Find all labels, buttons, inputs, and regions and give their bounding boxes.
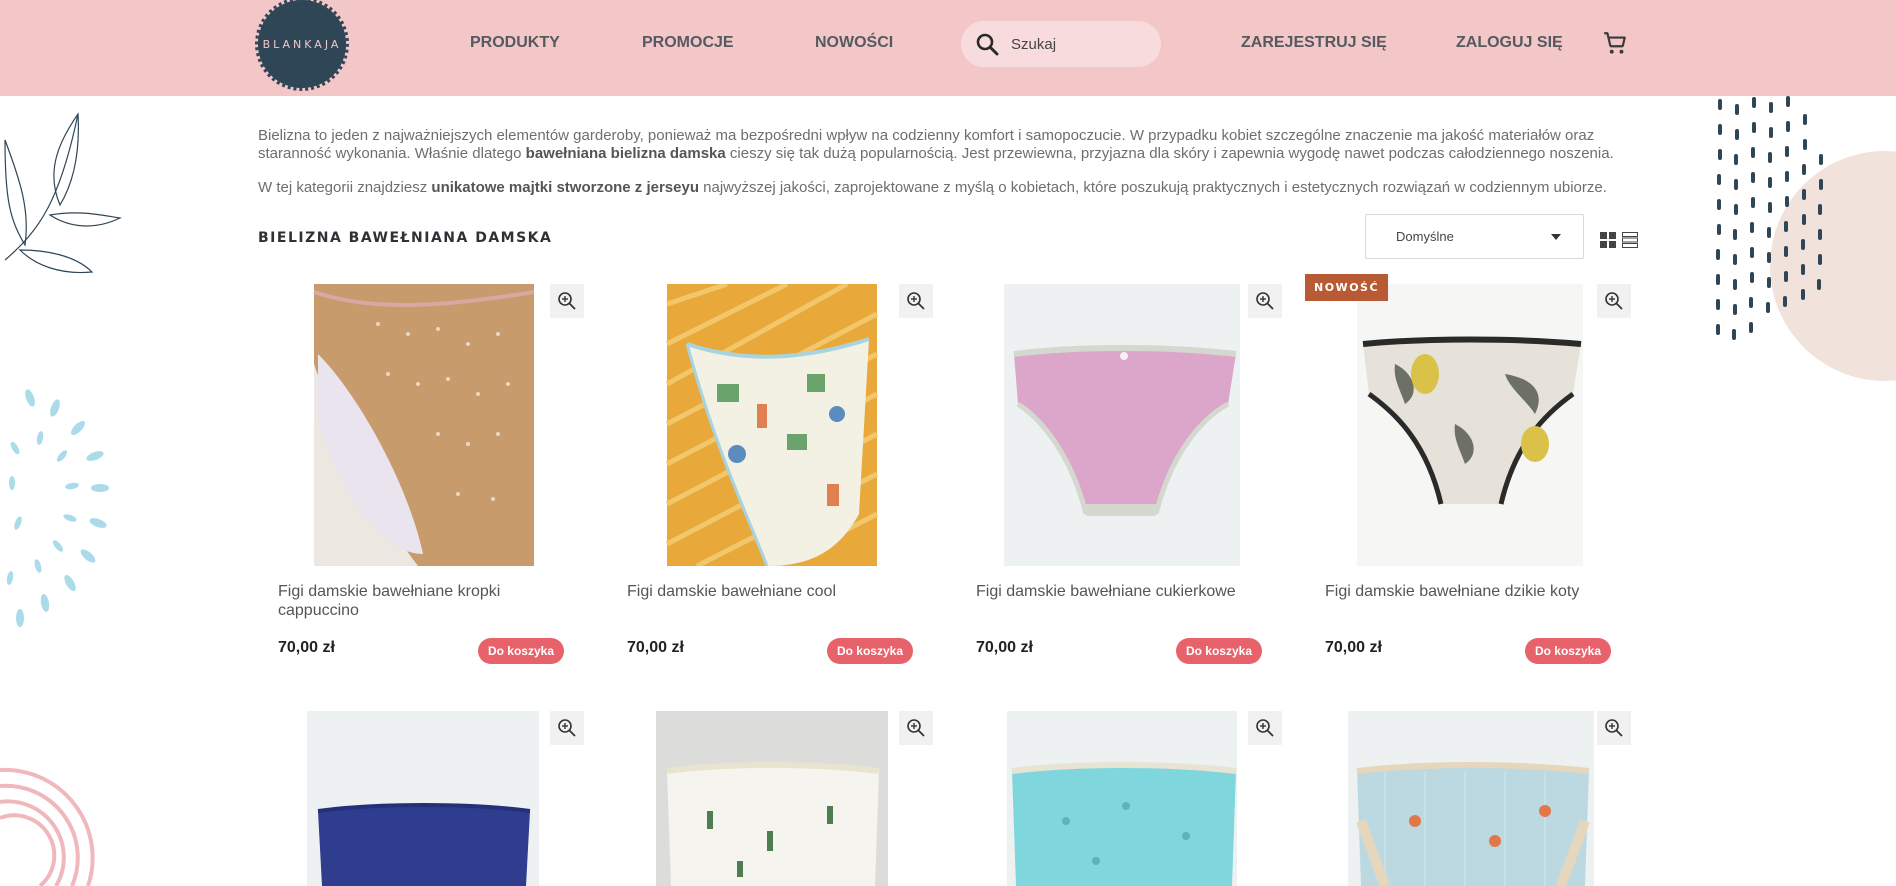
nav-login[interactable]: ZALOGUJ SIĘ <box>1456 34 1563 52</box>
product-card[interactable] <box>1305 711 1635 886</box>
sort-select[interactable]: Domyślne <box>1365 214 1584 259</box>
dots-pattern-decoration <box>1716 96 1896 381</box>
search-input[interactable] <box>1011 35 1151 53</box>
leaf-branch-decoration <box>4 112 123 274</box>
zoom-icon[interactable] <box>1597 284 1631 318</box>
product-image[interactable] <box>607 711 937 886</box>
arcs-decoration <box>0 767 95 886</box>
nav-news[interactable]: NOWOŚCI <box>815 34 893 52</box>
product-name[interactable]: Figi damskie bawełniane kropki cappuccin… <box>278 582 538 620</box>
product-image[interactable] <box>607 284 937 566</box>
product-card[interactable]: Figi damskie bawełniane cool 70,00 zł Do… <box>607 284 937 674</box>
description-paragraph-1: Bielizna to jeden z najważniejszych elem… <box>258 127 1638 163</box>
zoom-icon[interactable] <box>550 284 584 318</box>
product-image[interactable] <box>956 284 1286 566</box>
category-title: BIELIZNA BAWEŁNIANA DAMSKA <box>258 230 553 246</box>
product-image[interactable] <box>258 711 588 886</box>
product-price: 70,00 zł <box>1325 639 1382 656</box>
zoom-icon[interactable] <box>1248 711 1282 745</box>
dashes-circle-decoration <box>6 389 109 627</box>
product-card[interactable] <box>258 711 588 886</box>
product-name[interactable]: Figi damskie bawełniane cool <box>627 582 887 601</box>
product-card[interactable]: Figi damskie bawełniane cukierkowe 70,00… <box>956 284 1286 674</box>
product-image[interactable] <box>258 284 588 566</box>
product-image[interactable] <box>1305 284 1635 566</box>
product-image[interactable] <box>1305 711 1635 886</box>
category-description: Bielizna to jeden z najważniejszych elem… <box>258 127 1638 213</box>
product-price: 70,00 zł <box>976 639 1033 656</box>
sort-selected-value: Domyślne <box>1396 229 1454 244</box>
grid-view-icon[interactable] <box>1600 232 1616 248</box>
nav-products[interactable]: PRODUKTY <box>470 34 560 52</box>
description-text: najwyższej jakości, zaprojektowane z myś… <box>698 179 1607 196</box>
add-to-cart-button[interactable]: Do koszyka <box>477 638 564 664</box>
description-highlight: bawełniana bielizna damska <box>525 145 726 162</box>
search-box <box>961 21 1161 67</box>
zoom-icon[interactable] <box>899 711 933 745</box>
cart-icon[interactable] <box>1602 30 1628 60</box>
product-price: 70,00 zł <box>278 639 335 656</box>
product-card[interactable] <box>956 711 1286 886</box>
zoom-icon[interactable] <box>899 284 933 318</box>
product-name[interactable]: Figi damskie bawełniane cukierkowe <box>976 582 1236 601</box>
site-header: BLANKAJA PRODUKTY PROMOCJE NOWOŚCI ZAREJ… <box>0 0 1896 96</box>
product-price: 70,00 zł <box>627 639 684 656</box>
brand-logo[interactable]: BLANKAJA <box>255 0 349 91</box>
nav-promotions[interactable]: PROMOCJE <box>642 34 734 52</box>
chevron-down-icon <box>1551 234 1561 240</box>
product-card[interactable]: NOWOŚĆ Figi damskie bawełniane dzikie ko… <box>1305 274 1635 674</box>
search-icon[interactable] <box>975 32 999 56</box>
zoom-icon[interactable] <box>550 711 584 745</box>
description-highlight: unikatowe majtki stworzone z jerseyu <box>431 179 699 196</box>
product-name[interactable]: Figi damskie bawełniane dzikie koty <box>1325 582 1585 601</box>
nav-register[interactable]: ZAREJESTRUJ SIĘ <box>1241 34 1387 52</box>
add-to-cart-button[interactable]: Do koszyka <box>826 638 913 664</box>
description-paragraph-2: W tej kategorii znajdziesz unikatowe maj… <box>258 179 1638 197</box>
zoom-icon[interactable] <box>1248 284 1282 318</box>
brand-logo-text: BLANKAJA <box>262 37 342 51</box>
add-to-cart-button[interactable]: Do koszyka <box>1175 638 1262 664</box>
description-text: cieszy się tak dużą popularnością. Jest … <box>725 145 1614 162</box>
zoom-icon[interactable] <box>1597 711 1631 745</box>
add-to-cart-button[interactable]: Do koszyka <box>1524 638 1611 664</box>
product-card[interactable]: Figi damskie bawełniane kropki cappuccin… <box>258 284 588 674</box>
product-card[interactable] <box>607 711 937 886</box>
new-badge: NOWOŚĆ <box>1305 274 1389 301</box>
description-text: W tej kategorii znajdziesz <box>258 179 432 196</box>
product-image[interactable] <box>956 711 1286 886</box>
list-view-icon[interactable] <box>1622 232 1638 248</box>
